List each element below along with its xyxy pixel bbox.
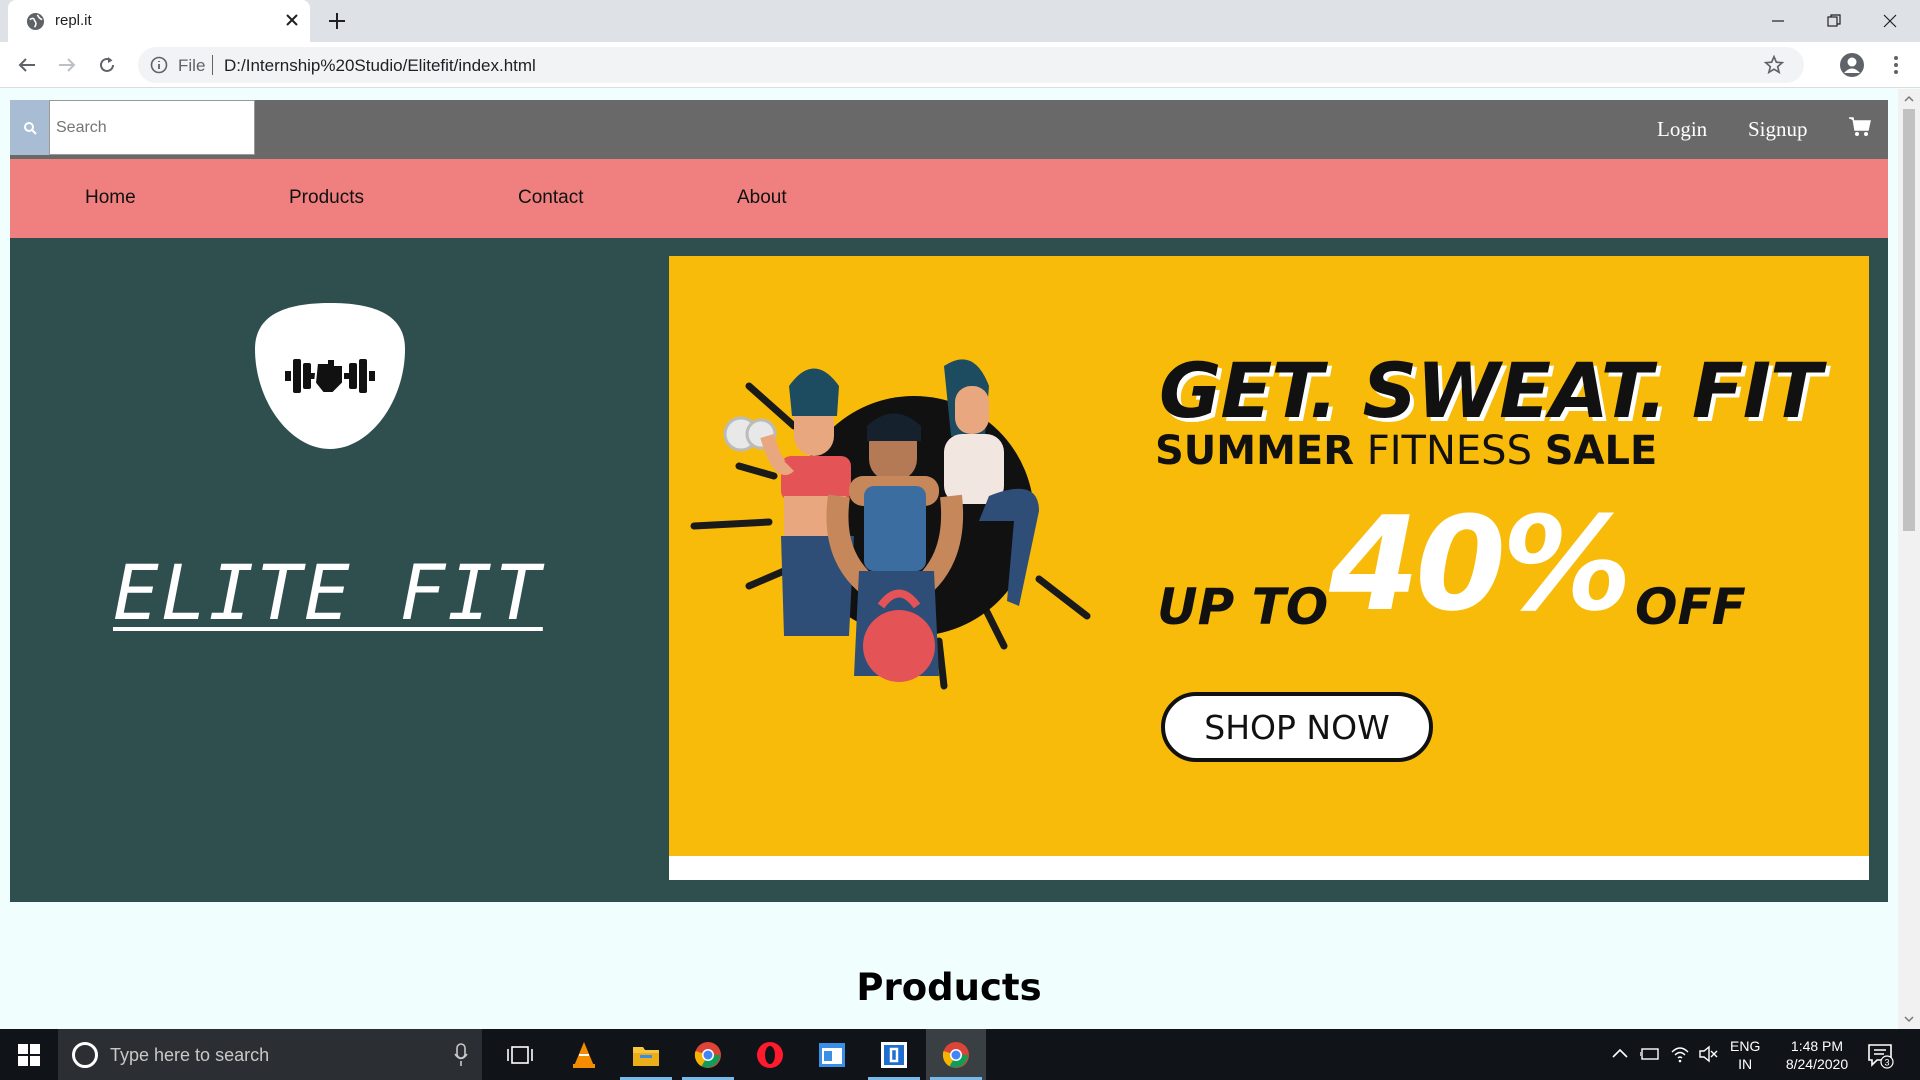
replit-app[interactable] <box>864 1029 924 1080</box>
scroll-up-icon[interactable] <box>1903 94 1915 104</box>
promo-image: GET. SWEAT. FIT SUMMER FITNESS SALE UP T… <box>669 256 1869 856</box>
browser-tab[interactable]: repl.it <box>8 0 310 42</box>
page-scrollbar[interactable] <box>1898 89 1920 1029</box>
input-language[interactable]: ENG IN <box>1730 1037 1760 1073</box>
file-explorer-app[interactable] <box>616 1029 676 1080</box>
arrow-right-icon <box>59 58 76 72</box>
search-input[interactable] <box>49 100 255 155</box>
notification-count: 3 <box>1884 1058 1889 1068</box>
chrome-icon <box>942 1041 969 1068</box>
notification-icon[interactable]: 3 <box>1866 1041 1894 1069</box>
taskbar-search-placeholder: Type here to search <box>110 1045 270 1065</box>
minimize-icon <box>1772 20 1784 22</box>
banner-sub-sale: SALE <box>1544 428 1658 474</box>
top-bar: Login Signup <box>10 100 1888 159</box>
nav-item-products[interactable]: Products <box>289 187 364 209</box>
search-button[interactable] <box>10 100 49 155</box>
browser-tab-strip: repl.it <box>0 0 1920 42</box>
browser-toolbar: File D:/Internship%20Studio/Elitefit/ind… <box>0 42 1920 88</box>
window-app-icon <box>819 1042 845 1067</box>
close-window-button[interactable] <box>1862 0 1918 42</box>
minimize-button[interactable] <box>1750 0 1806 42</box>
logo <box>255 303 405 449</box>
close-tab-icon[interactable] <box>282 10 302 30</box>
nav-item-home[interactable]: Home <box>85 187 136 209</box>
address-scheme: File <box>178 56 206 75</box>
cortana-icon <box>72 1042 98 1068</box>
vlc-icon <box>573 1041 595 1068</box>
start-button[interactable] <box>0 1029 58 1080</box>
reload-icon <box>100 57 114 72</box>
task-view-button[interactable] <box>490 1029 550 1080</box>
cart-icon[interactable] <box>1849 117 1871 137</box>
promo-banner[interactable]: GET. SWEAT. FIT SUMMER FITNESS SALE UP T… <box>669 256 1869 880</box>
brand-title: ELITE FIT <box>113 548 543 637</box>
address-divider <box>212 55 213 75</box>
search-icon <box>23 121 37 135</box>
clock[interactable]: 1:48 PM 8/24/2020 <box>1774 1037 1860 1073</box>
tab-title: repl.it <box>55 12 92 29</box>
banner-headline: GET. SWEAT. FIT <box>1159 346 1822 435</box>
chrome-icon <box>694 1041 721 1068</box>
main-nav: Home Products Contact About <box>10 159 1888 238</box>
restore-button[interactable] <box>1806 0 1862 42</box>
restore-icon <box>1827 14 1841 27</box>
address-bar[interactable]: File D:/Internship%20Studio/Elitefit/ind… <box>138 47 1804 83</box>
close-icon <box>1883 14 1897 28</box>
nav-item-contact[interactable]: Contact <box>518 187 583 209</box>
nav-item-about[interactable]: About <box>737 187 787 209</box>
forward-button[interactable] <box>53 51 81 79</box>
products-heading: Products <box>856 966 1042 1009</box>
opera-app[interactable] <box>740 1029 800 1080</box>
region-code: IN <box>1738 1056 1753 1072</box>
opera-icon <box>757 1041 783 1068</box>
banner-sub-fitness: FITNESS <box>1366 428 1532 474</box>
language-code: ENG <box>1730 1038 1761 1054</box>
chrome-app-2[interactable] <box>926 1029 986 1080</box>
clock-date: 8/24/2020 <box>1785 1056 1849 1072</box>
banner-sub-summer: SUMMER <box>1155 428 1355 474</box>
address-url[interactable]: D:/Internship%20Studio/Elitefit/index.ht… <box>224 56 536 76</box>
chevron-up-icon[interactable] <box>1612 1047 1628 1059</box>
back-button[interactable] <box>13 51 41 79</box>
reload-button[interactable] <box>93 51 121 79</box>
vlc-app[interactable] <box>554 1029 614 1080</box>
fitness-illustration <box>690 359 1091 690</box>
chrome-app-1[interactable] <box>678 1029 738 1080</box>
banner-up-to: UP TO <box>1157 578 1329 636</box>
taskbar: Type here to search ENG IN 1:48 PM 8/24/… <box>0 1029 1920 1080</box>
star-icon[interactable] <box>1763 54 1785 76</box>
banner-percent: 40% <box>1329 488 1632 640</box>
windows-icon <box>18 1043 40 1066</box>
scrollbar-thumb[interactable] <box>1903 109 1915 531</box>
banner-off: OFF <box>1635 578 1746 636</box>
taskbar-search[interactable]: Type here to search <box>58 1029 482 1080</box>
web-page: Login Signup Home Products Contact About <box>0 89 1898 1029</box>
task-view-icon <box>507 1045 533 1064</box>
profile-icon[interactable] <box>1838 51 1866 79</box>
speaker-muted-icon[interactable] <box>1698 1044 1718 1064</box>
globe-icon <box>26 12 45 31</box>
scroll-down-icon[interactable] <box>1903 1014 1915 1024</box>
signup-link[interactable]: Signup <box>1748 117 1808 142</box>
hero-section: ELITE FIT GET. SWEAT. FIT SUMMER FITNESS… <box>10 238 1888 902</box>
wifi-icon[interactable] <box>1670 1044 1690 1064</box>
menu-button[interactable] <box>1882 51 1910 79</box>
battery-icon[interactable] <box>1640 1044 1660 1062</box>
plus-icon[interactable] <box>325 9 349 33</box>
kebab-icon <box>1894 56 1898 74</box>
store-app[interactable] <box>802 1029 862 1080</box>
clock-time: 1:48 PM <box>1790 1038 1844 1054</box>
replit-icon <box>881 1041 907 1068</box>
login-link[interactable]: Login <box>1657 117 1707 142</box>
info-icon <box>150 56 168 74</box>
shop-now-button[interactable]: SHOP NOW <box>1161 692 1433 762</box>
arrow-left-icon <box>18 58 35 72</box>
folder-icon <box>633 1046 659 1066</box>
dumbbell-icon <box>285 358 375 394</box>
banner-subline: SUMMER FITNESS SALE <box>1155 428 1657 474</box>
microphone-icon[interactable] <box>454 1043 468 1067</box>
